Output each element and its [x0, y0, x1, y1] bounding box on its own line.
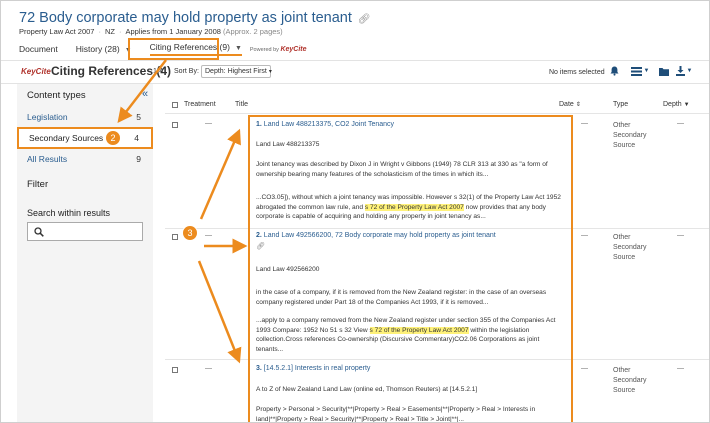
row-checkbox[interactable]: [172, 234, 178, 240]
sidebar-item-count: 4: [134, 133, 139, 143]
link-icon[interactable]: 🔗︎: [358, 14, 371, 25]
type-line: Secondary: [613, 132, 647, 139]
bell-icon[interactable]: [607, 64, 621, 78]
type-line: Source: [613, 387, 636, 394]
keycite-logo: KeyCite: [21, 67, 51, 76]
document-meta: Property Law Act 2007 · NZ · Applies from 1 …: [19, 27, 283, 36]
col-date[interactable]: Date ⇕: [559, 101, 581, 108]
results-highlight-box: [248, 115, 573, 422]
tab-history-label: History (28): [75, 44, 120, 54]
header-separator: [165, 113, 709, 114]
col-depth[interactable]: Depth ▼: [663, 101, 690, 108]
meta-applies: Applies from 1 January 2008: [125, 27, 221, 36]
meta-act: Property Law Act 2007: [19, 27, 95, 36]
type-cell: Other Secondary Source: [613, 233, 673, 263]
type-line: Secondary: [613, 377, 647, 384]
sidebar-item-secondary-sources[interactable]: Secondary Sources 4: [17, 127, 153, 149]
type-line: Other: [613, 367, 631, 374]
type-line: Source: [613, 142, 636, 149]
powered-by-label: Powered by: [249, 46, 279, 53]
meta-pages: (Approx. 2 pages): [223, 27, 283, 36]
search-input[interactable]: [46, 225, 140, 238]
sidebar-item-count: 9: [136, 154, 141, 164]
content-types-heading: Content types: [27, 90, 86, 101]
result-range: 1-4: [153, 68, 164, 75]
type-line: Other: [613, 234, 631, 241]
type-line: Other: [613, 122, 631, 129]
search-icon: [34, 227, 44, 237]
col-type[interactable]: Type: [613, 101, 628, 108]
chevron-down-icon[interactable]: ▼: [235, 45, 242, 52]
col-depth-label: Depth: [663, 101, 682, 108]
sidebar-item-label: All Results: [27, 154, 68, 164]
sidebar-item-label: Legislation: [27, 112, 68, 122]
sidebar-item-all-results[interactable]: All Results 9: [17, 148, 153, 170]
sort-value: Depth: Highest First: [205, 68, 267, 75]
annotation-badge-3: 3: [182, 225, 198, 241]
page-title: 72 Body corporate may hold property as j…: [19, 10, 371, 26]
sidebar-item-count: 5: [136, 112, 141, 122]
filter-heading: Filter: [27, 179, 49, 190]
tab-highlight-box: [128, 38, 219, 60]
search-within-heading: Search within results: [27, 208, 111, 218]
type-line: Secondary: [613, 244, 647, 251]
type-cell: Other Secondary Source: [613, 366, 673, 396]
download-icon[interactable]: ▼: [673, 64, 695, 78]
date-cell: —: [581, 232, 588, 239]
selected-count: No items selected: [549, 69, 605, 76]
header-divider: [1, 60, 709, 61]
sidebar-item-legislation[interactable]: Legislation 5: [17, 106, 153, 128]
col-title[interactable]: Title: [235, 101, 248, 108]
tab-history[interactable]: History (28) ▼: [76, 44, 132, 54]
collapse-sidebar-icon[interactable]: «: [142, 88, 148, 100]
row-checkbox[interactable]: [172, 122, 178, 128]
annotation-badge-2: 2: [105, 130, 121, 146]
type-line: Source: [613, 254, 636, 261]
list-view-icon[interactable]: ▼: [627, 64, 653, 78]
treatment-cell: —: [205, 365, 212, 372]
sort-label: Sort By:: [174, 68, 199, 75]
folder-icon[interactable]: [657, 64, 671, 78]
col-treatment[interactable]: Treatment: [184, 101, 216, 108]
depth-cell: —: [677, 365, 684, 372]
type-cell: Other Secondary Source: [613, 121, 673, 151]
treatment-cell: —: [205, 120, 212, 127]
page-title-text: 72 Body corporate may hold property as j…: [19, 10, 352, 26]
search-within-box: [27, 222, 143, 241]
date-cell: —: [581, 120, 588, 127]
depth-cell: —: [677, 232, 684, 239]
depth-cell: —: [677, 120, 684, 127]
col-date-label: Date: [559, 101, 574, 108]
treatment-cell: —: [205, 232, 212, 239]
sort-select[interactable]: Depth: Highest First ▾: [201, 65, 272, 78]
powered-by: Powered by KeyCite: [250, 46, 307, 53]
select-all-checkbox[interactable]: [172, 102, 178, 108]
meta-jurisdiction: NZ: [104, 27, 115, 36]
row-checkbox[interactable]: [172, 367, 178, 373]
tab-document[interactable]: Document: [19, 44, 58, 54]
keycite-logo: KeyCite: [280, 45, 307, 53]
app-frame: 72 Body corporate may hold property as j…: [0, 0, 710, 423]
date-cell: —: [581, 365, 588, 372]
